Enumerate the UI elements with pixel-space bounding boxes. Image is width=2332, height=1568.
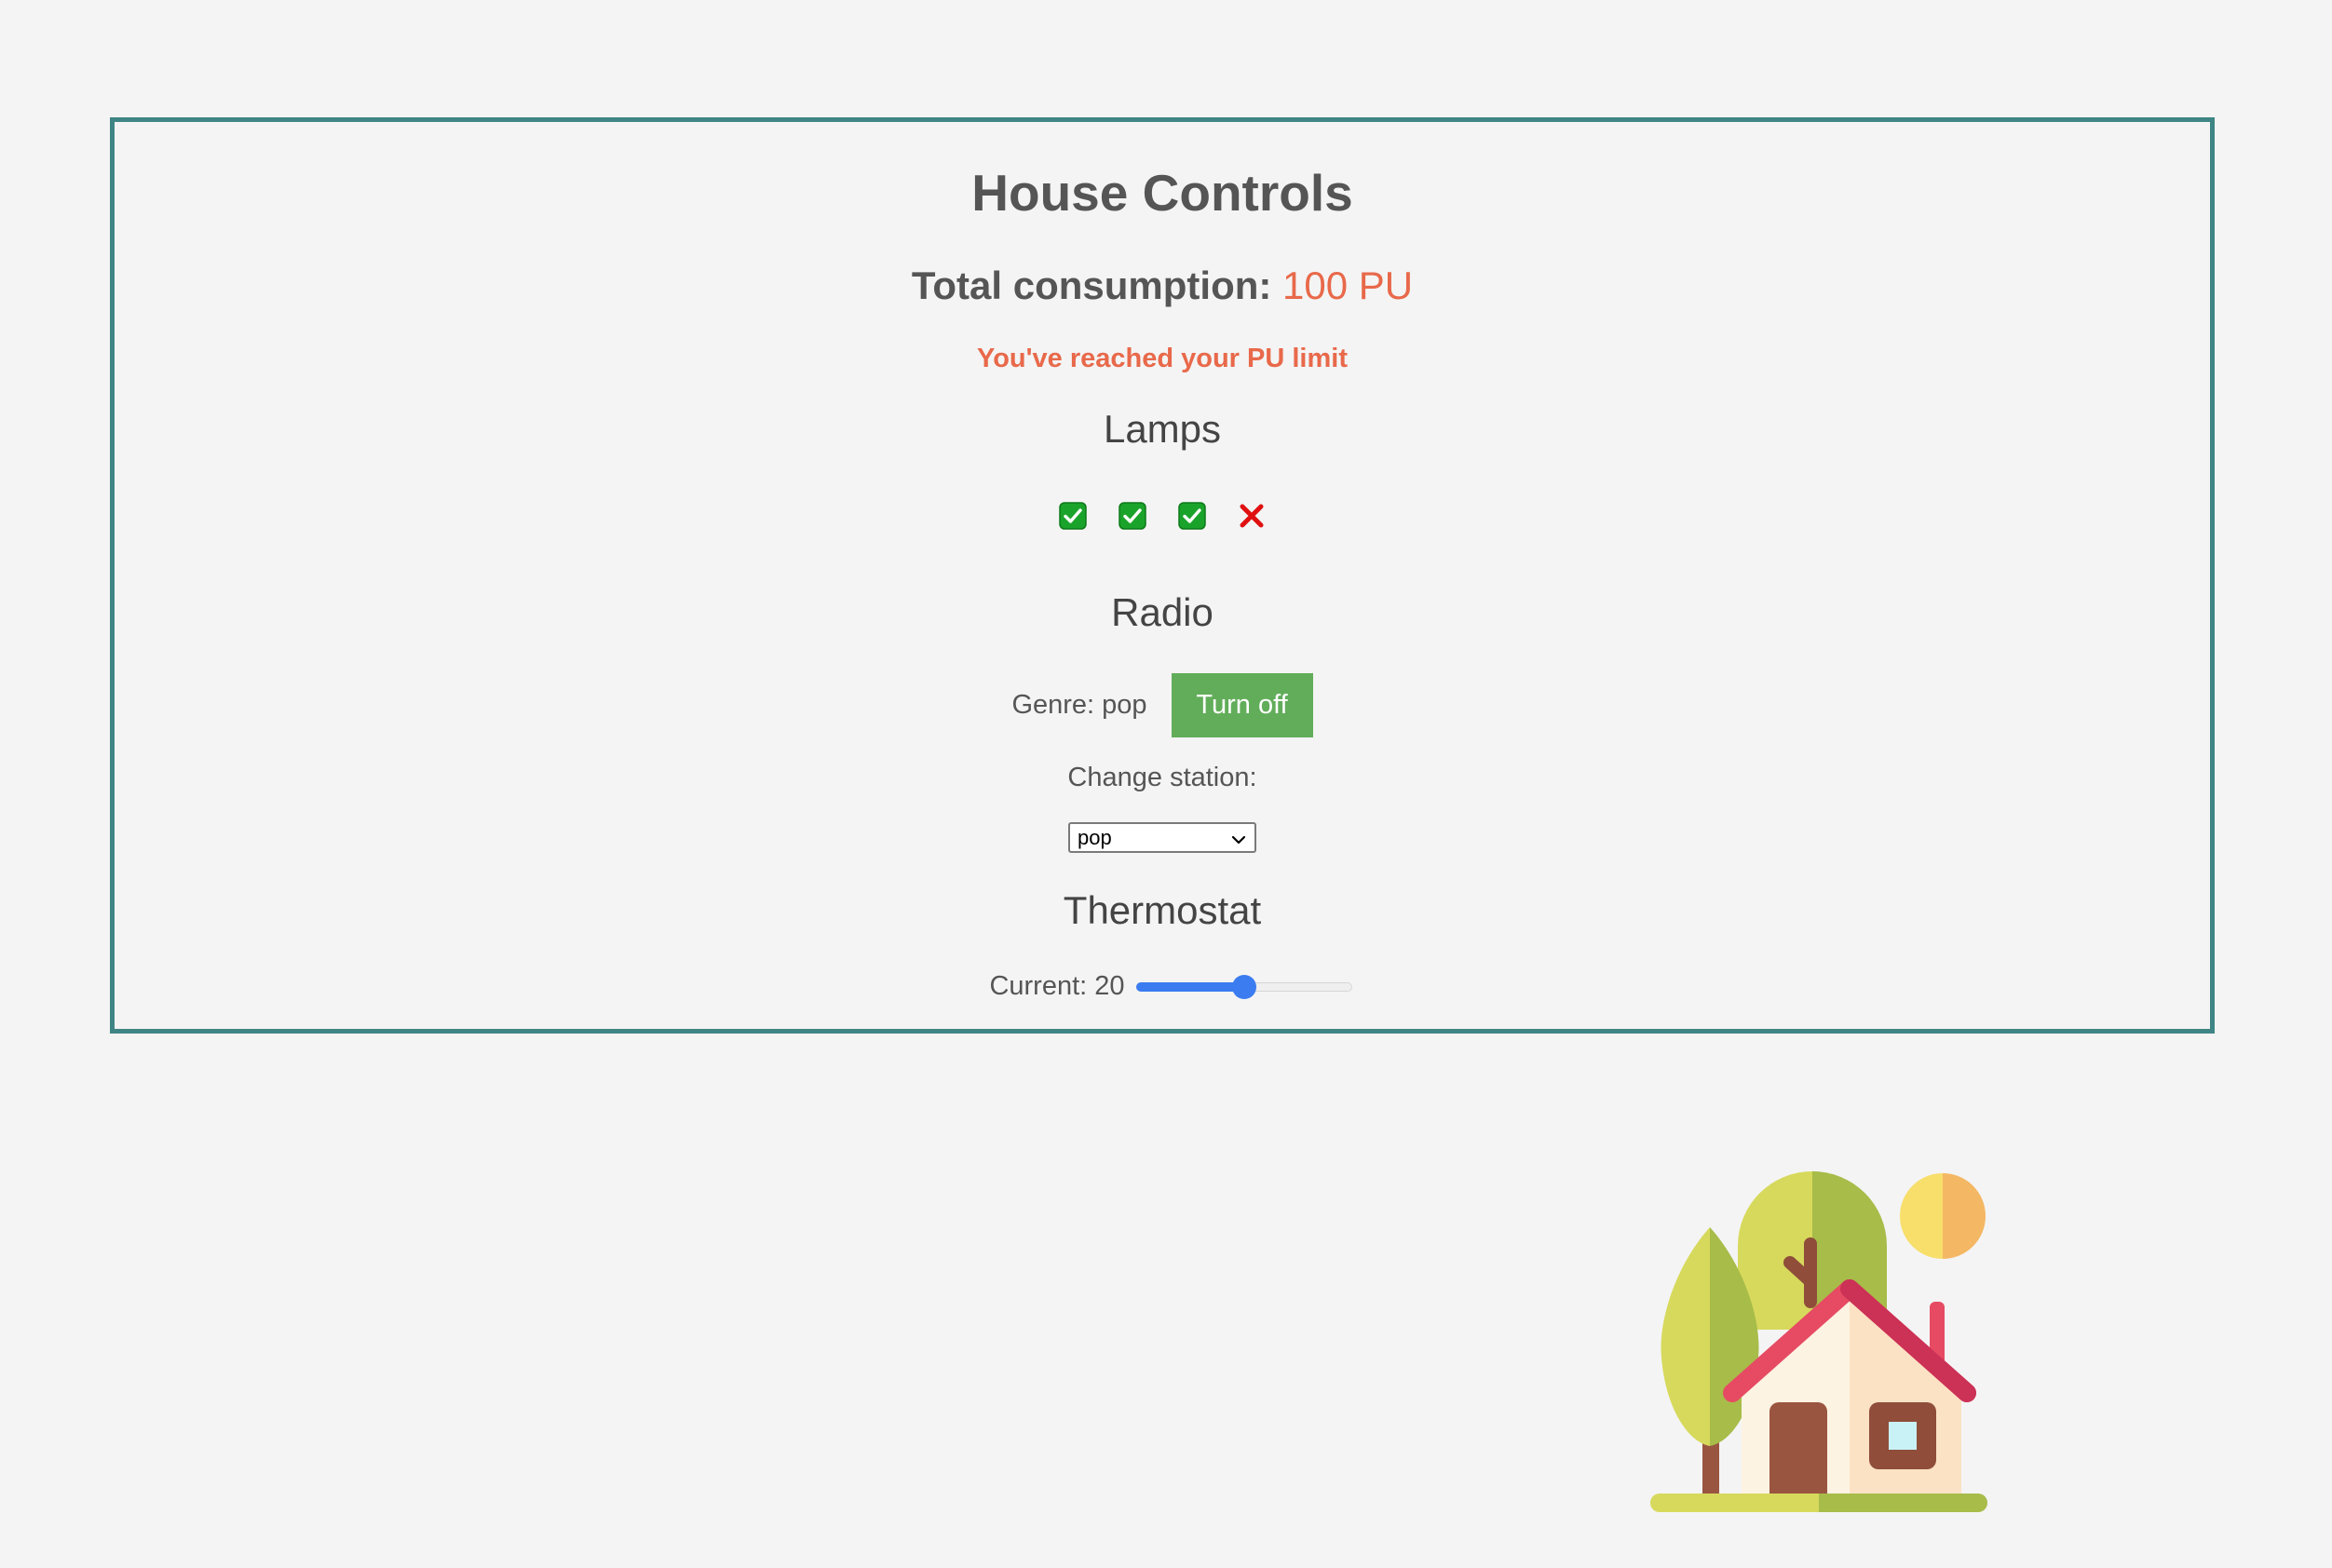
consumption-label: Total consumption: (911, 264, 1272, 307)
thermostat-current: Current: 20 (989, 971, 1125, 1001)
consumption-value: 100 PU (1282, 264, 1414, 307)
lamps-title: Lamps (1103, 407, 1222, 451)
house-controls-panel: House Controls Total consumption: 100 PU… (110, 117, 2215, 1034)
station-select-wrapper: pop (115, 822, 2210, 853)
total-consumption: Total consumption: 100 PU (115, 264, 2210, 308)
station-select-value: pop (1078, 825, 1112, 849)
lamp-3-check-mark-icon[interactable] (1178, 502, 1206, 530)
limit-warning: You've reached your PU limit (977, 344, 1348, 373)
slider-thumb[interactable] (1231, 974, 1256, 999)
slider-fill (1135, 981, 1244, 992)
house-with-trees-illustration (1648, 1170, 1989, 1512)
chevron-down-icon (1230, 830, 1247, 854)
change-station-label: Change station: (1067, 763, 1257, 792)
thermostat-controls: Current: 20 (115, 971, 2210, 1002)
lamp-1-check-mark-icon[interactable] (1059, 502, 1087, 530)
thermostat-slider[interactable] (1135, 973, 1352, 1001)
radio-controls: Genre: pop Turn off (115, 673, 2210, 737)
lamp-4-cross-mark-icon[interactable] (1238, 502, 1266, 530)
lamps-row (115, 502, 2210, 530)
radio-genre: Genre: pop (1011, 690, 1147, 720)
radio-turn-off-button[interactable]: Turn off (1171, 673, 1313, 737)
radio-title: Radio (1111, 590, 1213, 634)
lamp-2-check-mark-icon[interactable] (1119, 502, 1146, 530)
thermostat-title: Thermostat (1063, 888, 1262, 932)
station-select[interactable]: pop (1068, 822, 1256, 853)
page-title: House Controls (971, 164, 1353, 222)
